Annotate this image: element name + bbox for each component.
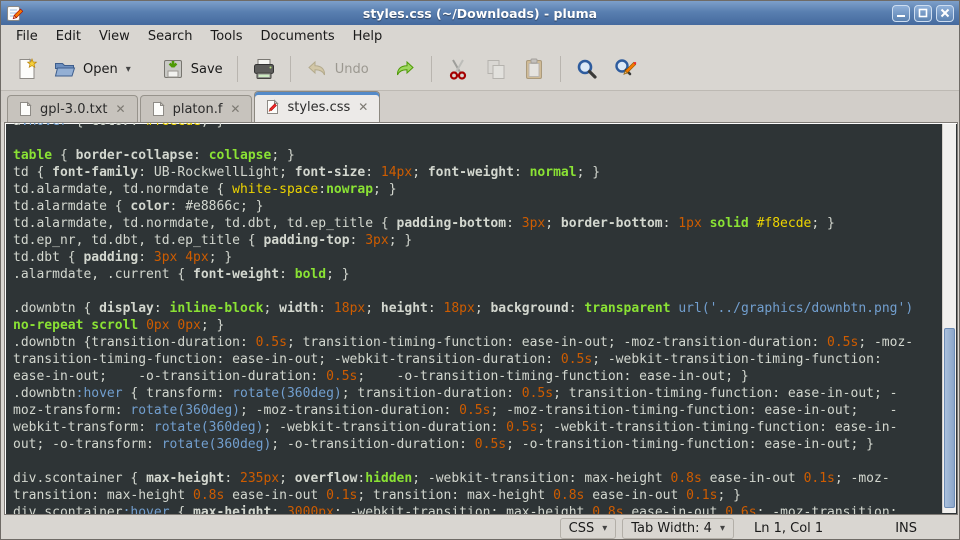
chevron-down-icon: ▾ [720,523,725,534]
new-document-icon [15,57,39,81]
paste-button[interactable] [516,53,552,85]
tab-platon-f[interactable]: platon.f ✕ [140,95,253,122]
toolbar-separator [431,56,432,82]
code-line: div.scontainer { max-height: 235px; over… [13,470,941,487]
undo-button-label: Undo [335,62,369,77]
cursor-position: Ln 1, Col 1 [754,521,823,536]
menu-help[interactable]: Help [344,27,392,46]
replace-button[interactable] [607,53,643,85]
save-button-label: Save [191,62,223,77]
toolbar: Open ▾ Save [1,48,959,91]
code-line: .alarmdate, .current { font-weight: bold… [13,266,941,283]
tab-gpl-3-0-txt[interactable]: gpl-3.0.txt ✕ [7,95,138,122]
pluma-window: styles.css (~/Downloads) - pluma File Ed… [0,0,960,540]
new-document-button[interactable] [9,53,45,85]
code-line [13,283,941,300]
tab-width-dropdown-label: Tab Width: 4 [631,521,712,536]
code-line: transition: max-height 0.8s ease-in-out … [13,487,941,504]
code-line: .downbtn { display: inline-block; width:… [13,300,941,317]
code-line: transition-timing-function: ease-in-out;… [13,351,941,368]
paste-icon [522,57,546,81]
language-dropdown-label: CSS [569,521,595,536]
vertical-scrollbar[interactable] [942,124,956,513]
undo-icon [305,57,329,81]
tab-styles-css[interactable]: styles.css ✕ [254,91,380,122]
modified-document-icon [265,99,280,115]
close-button[interactable] [936,5,954,22]
minimize-button[interactable] [892,5,910,22]
tab-close-icon[interactable]: ✕ [229,102,241,116]
redo-button[interactable] [387,53,423,85]
insert-mode-indicator: INS [895,521,917,536]
statusbar: CSS ▾ Tab Width: 4 ▾ Ln 1, Col 1 INS [1,515,959,540]
menubar: File Edit View Search Tools Documents He… [1,25,959,48]
menu-file[interactable]: File [7,27,47,46]
code-line: td { font-family: UB-RockwellLight; font… [13,164,941,181]
tab-strip: gpl-3.0.txt ✕ platon.f ✕ [1,91,959,122]
toolbar-separator [560,56,561,82]
document-icon [151,101,166,117]
search-icon [575,57,599,81]
cut-button[interactable] [440,53,476,85]
tab-label: platon.f [173,102,223,117]
code-line [13,453,941,470]
code-line: .downbtn:hover { transform: rotate(360de… [13,385,941,402]
code-line: td.alarmdate, td.normdate, td.dbt, td.ep… [13,215,941,232]
open-dropdown-chevron-icon[interactable]: ▾ [126,64,131,75]
save-button[interactable]: Save [155,53,229,85]
tab-close-icon[interactable]: ✕ [115,102,127,116]
tab-label: gpl-3.0.txt [40,102,108,117]
find-button[interactable] [569,53,605,85]
open-folder-icon [53,57,77,81]
pluma-app-icon [6,5,23,22]
code-line: ease-in-out; -o-transition-duration: 0.5… [13,368,941,385]
code-line: td.alarmdate { color: #e8866c; } [13,198,941,215]
document-icon [18,101,33,117]
code-area[interactable]: a:hover { color: #f8ecde; } table { bord… [7,123,941,514]
print-icon [252,57,276,81]
menu-view[interactable]: View [90,27,139,46]
cut-icon [446,57,470,81]
code-line: td.alarmdate, td.normdate { white-space:… [13,181,941,198]
scrollbar-thumb[interactable] [944,328,955,508]
copy-icon [484,57,508,81]
text-editor[interactable]: a:hover { color: #f8ecde; } table { bord… [4,122,958,515]
menu-search[interactable]: Search [139,27,202,46]
code-line: webkit-transform: rotate(360deg); -webki… [13,419,941,436]
redo-icon [393,57,417,81]
toolbar-separator [290,56,291,82]
code-line: a:hover { color: #f8ecde; } [13,123,941,130]
titlebar[interactable]: styles.css (~/Downloads) - pluma [1,1,959,25]
copy-button[interactable] [478,53,514,85]
save-icon [161,57,185,81]
tab-close-icon[interactable]: ✕ [357,100,369,114]
tab-width-dropdown[interactable]: Tab Width: 4 ▾ [622,518,734,539]
code-line: no-repeat scroll 0px 0px; } [13,317,941,334]
search-replace-icon [613,57,637,81]
language-dropdown[interactable]: CSS ▾ [560,518,617,539]
code-line: td.ep_nr, td.dbt, td.ep_title { padding-… [13,232,941,249]
undo-button[interactable]: Undo [299,53,375,85]
code-line: td.dbt { padding: 3px 4px; } [13,249,941,266]
print-button[interactable] [246,53,282,85]
code-line: .downbtn {transition-duration: 0.5s; tra… [13,334,941,351]
code-line: out; -o-transform: rotate(360deg); -o-tr… [13,436,941,453]
menu-tools[interactable]: Tools [201,27,251,46]
tab-label: styles.css [287,100,350,115]
code-line [13,130,941,147]
menu-documents[interactable]: Documents [252,27,344,46]
chevron-down-icon: ▾ [602,523,607,534]
open-button-label: Open [83,62,118,77]
window-title: styles.css (~/Downloads) - pluma [1,6,959,21]
menu-edit[interactable]: Edit [47,27,90,46]
toolbar-separator [237,56,238,82]
code-line: table { border-collapse: collapse; } [13,147,941,164]
maximize-button[interactable] [914,5,932,22]
code-line: moz-transform: rotate(360deg); -moz-tran… [13,402,941,419]
open-button[interactable]: Open ▾ [47,53,137,85]
code-line: div.scontainer:hover { max-height: 3000p… [13,504,941,514]
